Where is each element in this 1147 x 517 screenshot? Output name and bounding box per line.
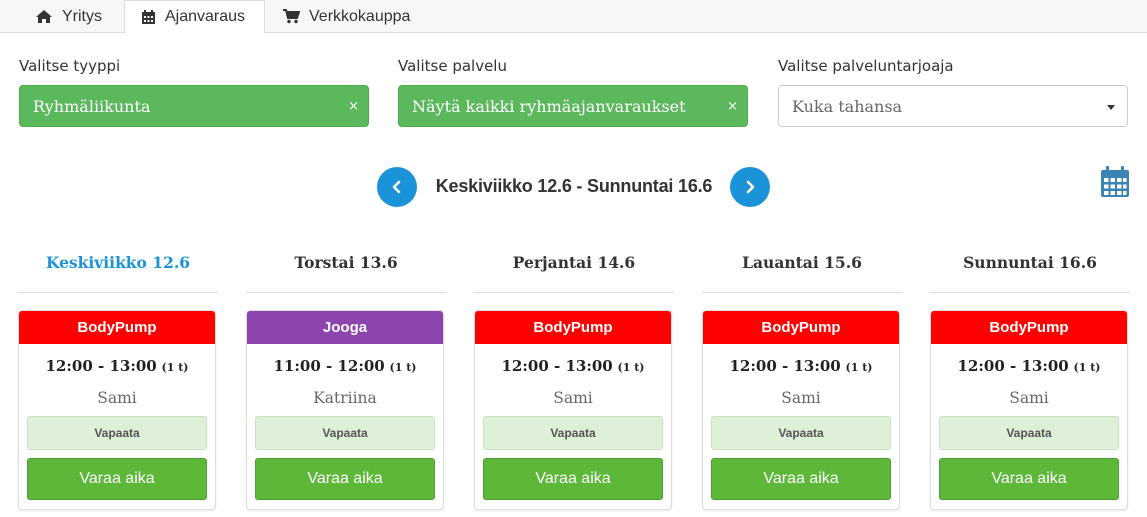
slot-title: Jooga bbox=[247, 311, 443, 344]
status-badge: Vapaata bbox=[939, 416, 1119, 450]
status-badge: Vapaata bbox=[27, 416, 207, 450]
slot-instructor: Sami bbox=[553, 389, 593, 407]
status-badge: Vapaata bbox=[255, 416, 435, 450]
slot-title: BodyPump bbox=[931, 311, 1127, 344]
tab-bar: Yritys Ajanvaraus Verkkokauppa bbox=[0, 0, 1147, 34]
slot-title: BodyPump bbox=[703, 311, 899, 344]
type-select-value: Ryhmäliikunta bbox=[33, 96, 151, 116]
chevron-left-icon bbox=[392, 180, 401, 194]
prev-week-button[interactable] bbox=[377, 167, 417, 207]
next-week-button[interactable] bbox=[730, 167, 770, 207]
type-label: Valitse tyyppi bbox=[19, 57, 121, 75]
service-select[interactable]: Näytä kaikki ryhmäajanvaraukset × bbox=[398, 85, 748, 127]
day-column: Keskiviikko 12.6 BodyPump 12:00 - 13:00 … bbox=[18, 248, 218, 510]
day-header: Lauantai 15.6 bbox=[702, 248, 902, 293]
slot-time: 12:00 - 13:00 (1 t) bbox=[501, 357, 645, 375]
day-header: Perjantai 14.6 bbox=[474, 248, 674, 293]
day-header: Torstai 13.6 bbox=[246, 248, 446, 293]
slot-instructor: Katriina bbox=[313, 389, 377, 407]
slot-card: Jooga 11:00 - 12:00 (1 t) Katriina Vapaa… bbox=[246, 310, 444, 510]
slot-card: BodyPump 12:00 - 13:00 (1 t) Sami Vapaat… bbox=[474, 310, 672, 510]
slot-card: BodyPump 12:00 - 13:00 (1 t) Sami Vapaat… bbox=[930, 310, 1128, 510]
slot-card: BodyPump 12:00 - 13:00 (1 t) Sami Vapaat… bbox=[18, 310, 216, 510]
slot-instructor: Sami bbox=[1009, 389, 1049, 407]
day-column: Sunnuntai 16.6 BodyPump 12:00 - 13:00 (1… bbox=[930, 248, 1130, 510]
tab-verkkokauppa[interactable]: Verkkokauppa bbox=[266, 0, 436, 33]
chevron-down-icon bbox=[1107, 105, 1115, 110]
book-button[interactable]: Varaa aika bbox=[483, 458, 663, 500]
slot-time: 12:00 - 13:00 (1 t) bbox=[729, 357, 873, 375]
slot-time: 12:00 - 13:00 (1 t) bbox=[957, 357, 1101, 375]
tab-yritys-label: Yritys bbox=[62, 7, 102, 25]
cart-icon bbox=[283, 9, 300, 24]
provider-select[interactable]: Kuka tahansa bbox=[778, 85, 1128, 127]
status-badge: Vapaata bbox=[483, 416, 663, 450]
status-badge: Vapaata bbox=[711, 416, 891, 450]
slot-title: BodyPump bbox=[475, 311, 671, 344]
tab-ajanvaraus[interactable]: Ajanvaraus bbox=[124, 0, 265, 34]
slot-card: BodyPump 12:00 - 13:00 (1 t) Sami Vapaat… bbox=[702, 310, 900, 510]
day-column: Torstai 13.6 Jooga 11:00 - 12:00 (1 t) K… bbox=[246, 248, 446, 510]
week-title: Keskiviikko 12.6 - Sunnuntai 16.6 bbox=[435, 176, 713, 196]
home-icon bbox=[36, 10, 52, 23]
day-header: Keskiviikko 12.6 bbox=[18, 248, 218, 293]
service-clear-icon[interactable]: × bbox=[727, 99, 738, 114]
tab-yritys[interactable]: Yritys bbox=[18, 0, 123, 33]
slot-time: 12:00 - 13:00 (1 t) bbox=[45, 357, 189, 375]
provider-select-placeholder: Kuka tahansa bbox=[792, 96, 903, 116]
slot-time: 11:00 - 12:00 (1 t) bbox=[273, 357, 417, 375]
service-select-value: Näytä kaikki ryhmäajanvaraukset bbox=[412, 96, 686, 116]
provider-label: Valitse palveluntarjoaja bbox=[778, 57, 954, 75]
book-button[interactable]: Varaa aika bbox=[939, 458, 1119, 500]
day-column: Lauantai 15.6 BodyPump 12:00 - 13:00 (1 … bbox=[702, 248, 902, 510]
service-label: Valitse palvelu bbox=[398, 57, 507, 75]
slot-instructor: Sami bbox=[97, 389, 137, 407]
slot-title: BodyPump bbox=[19, 311, 215, 344]
tab-ajanvaraus-label: Ajanvaraus bbox=[165, 8, 246, 25]
type-clear-icon[interactable]: × bbox=[348, 99, 359, 114]
calendar-icon bbox=[142, 9, 155, 24]
book-button[interactable]: Varaa aika bbox=[255, 458, 435, 500]
book-button[interactable]: Varaa aika bbox=[27, 458, 207, 500]
day-header: Sunnuntai 16.6 bbox=[930, 248, 1130, 293]
slot-instructor: Sami bbox=[781, 389, 821, 407]
calendar-picker-icon[interactable] bbox=[1100, 166, 1130, 203]
type-select[interactable]: Ryhmäliikunta × bbox=[19, 85, 369, 127]
day-column: Perjantai 14.6 BodyPump 12:00 - 13:00 (1… bbox=[474, 248, 674, 510]
book-button[interactable]: Varaa aika bbox=[711, 458, 891, 500]
tab-verkkokauppa-label: Verkkokauppa bbox=[309, 7, 411, 25]
chevron-right-icon bbox=[746, 180, 755, 194]
